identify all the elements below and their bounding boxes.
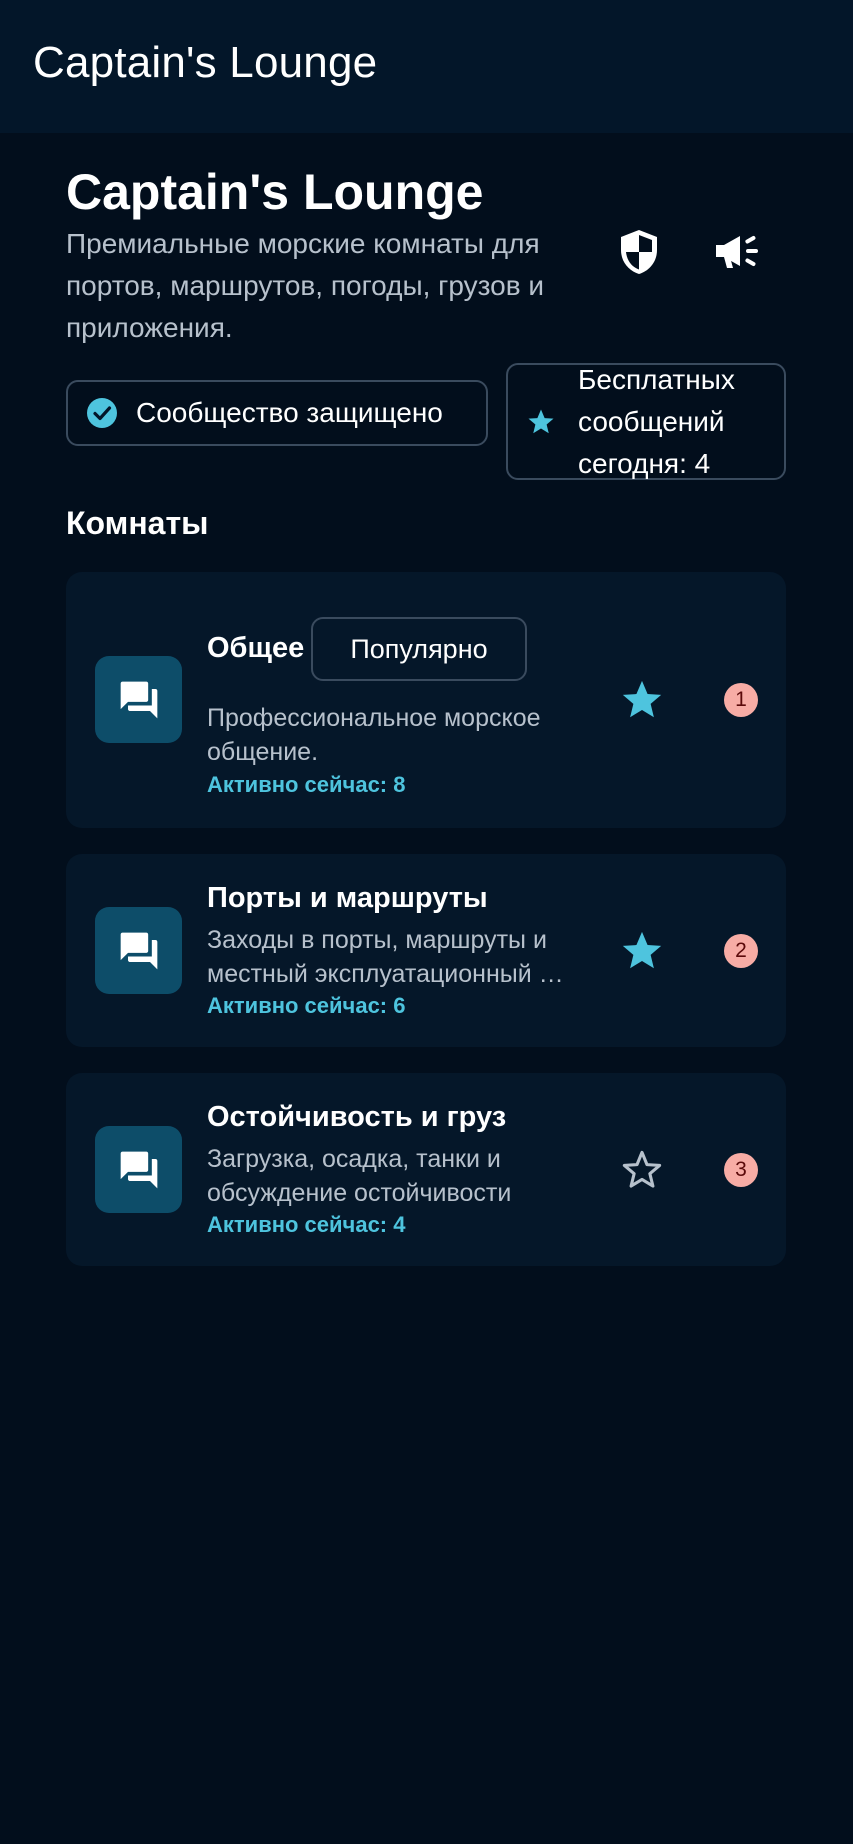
rooms-section-title: Комнаты xyxy=(66,505,209,541)
room-name: Остойчивость и груз xyxy=(207,1101,507,1133)
app-bar-title: Captain's Lounge xyxy=(33,38,378,87)
app-bar: Captain's Lounge xyxy=(0,0,853,133)
room-active-count: Активно сейчас: 4 xyxy=(207,1212,406,1237)
room-card-stability-cargo[interactable]: Остойчивость и груз Загрузка, осадка, та… xyxy=(66,1073,786,1266)
free-messages-chip: Бесплатных сообщений сегодня: 4 xyxy=(506,363,786,480)
check-circle-icon xyxy=(87,398,117,428)
room-description: Загрузка, осадка, танки и обсуждение ост… xyxy=(207,1145,512,1207)
lounge-content: Captain's Lounge Премиальные морские ком… xyxy=(0,133,853,1844)
room-icon-tile xyxy=(95,1126,182,1213)
free-messages-label: Бесплатных сообщений сегодня: 4 xyxy=(578,363,735,479)
forum-icon xyxy=(120,1151,157,1188)
room-active-count: Активно сейчас: 6 xyxy=(207,993,406,1018)
room-name: Порты и маршруты xyxy=(207,882,488,914)
favorite-button[interactable] xyxy=(614,672,670,728)
room-description: Профессиональное морское общение. xyxy=(207,704,541,766)
page-title: Captain's Lounge xyxy=(66,164,484,220)
security-button[interactable] xyxy=(603,216,675,288)
favorite-button[interactable] xyxy=(614,1142,670,1198)
room-description: Заходы в порты, маршруты и местный экспл… xyxy=(207,926,577,988)
favorite-button[interactable] xyxy=(614,923,670,979)
campaign-icon xyxy=(716,236,758,268)
forum-icon xyxy=(120,681,157,718)
room-name: Общее xyxy=(207,632,305,664)
popular-badge: Популярно xyxy=(311,617,527,681)
room-rank-badge: 2 xyxy=(724,934,758,968)
shield-icon xyxy=(621,230,657,274)
star-outline-icon xyxy=(622,1150,662,1188)
room-rank-badge: 3 xyxy=(724,1153,758,1187)
star-filled-icon xyxy=(622,680,662,718)
community-protected-label: Сообщество защищено xyxy=(136,397,443,428)
room-card-ports-routes[interactable]: Порты и маршруты Заходы в порты, маршрут… xyxy=(66,854,786,1047)
star-icon xyxy=(528,409,554,433)
page-subtitle: Премиальные морские комнаты для портов, … xyxy=(66,228,545,343)
forum-icon xyxy=(120,932,157,969)
room-icon-tile xyxy=(95,907,182,994)
room-rank-badge: 1 xyxy=(724,683,758,717)
star-filled-icon xyxy=(622,931,662,969)
room-active-count: Активно сейчас: 8 xyxy=(207,772,406,797)
room-icon-tile xyxy=(95,656,182,743)
community-protected-chip: Сообщество защищено xyxy=(66,380,488,446)
room-card-general[interactable]: Общее Популярно Профессиональное морское… xyxy=(66,572,786,828)
announcements-button[interactable] xyxy=(701,216,773,288)
